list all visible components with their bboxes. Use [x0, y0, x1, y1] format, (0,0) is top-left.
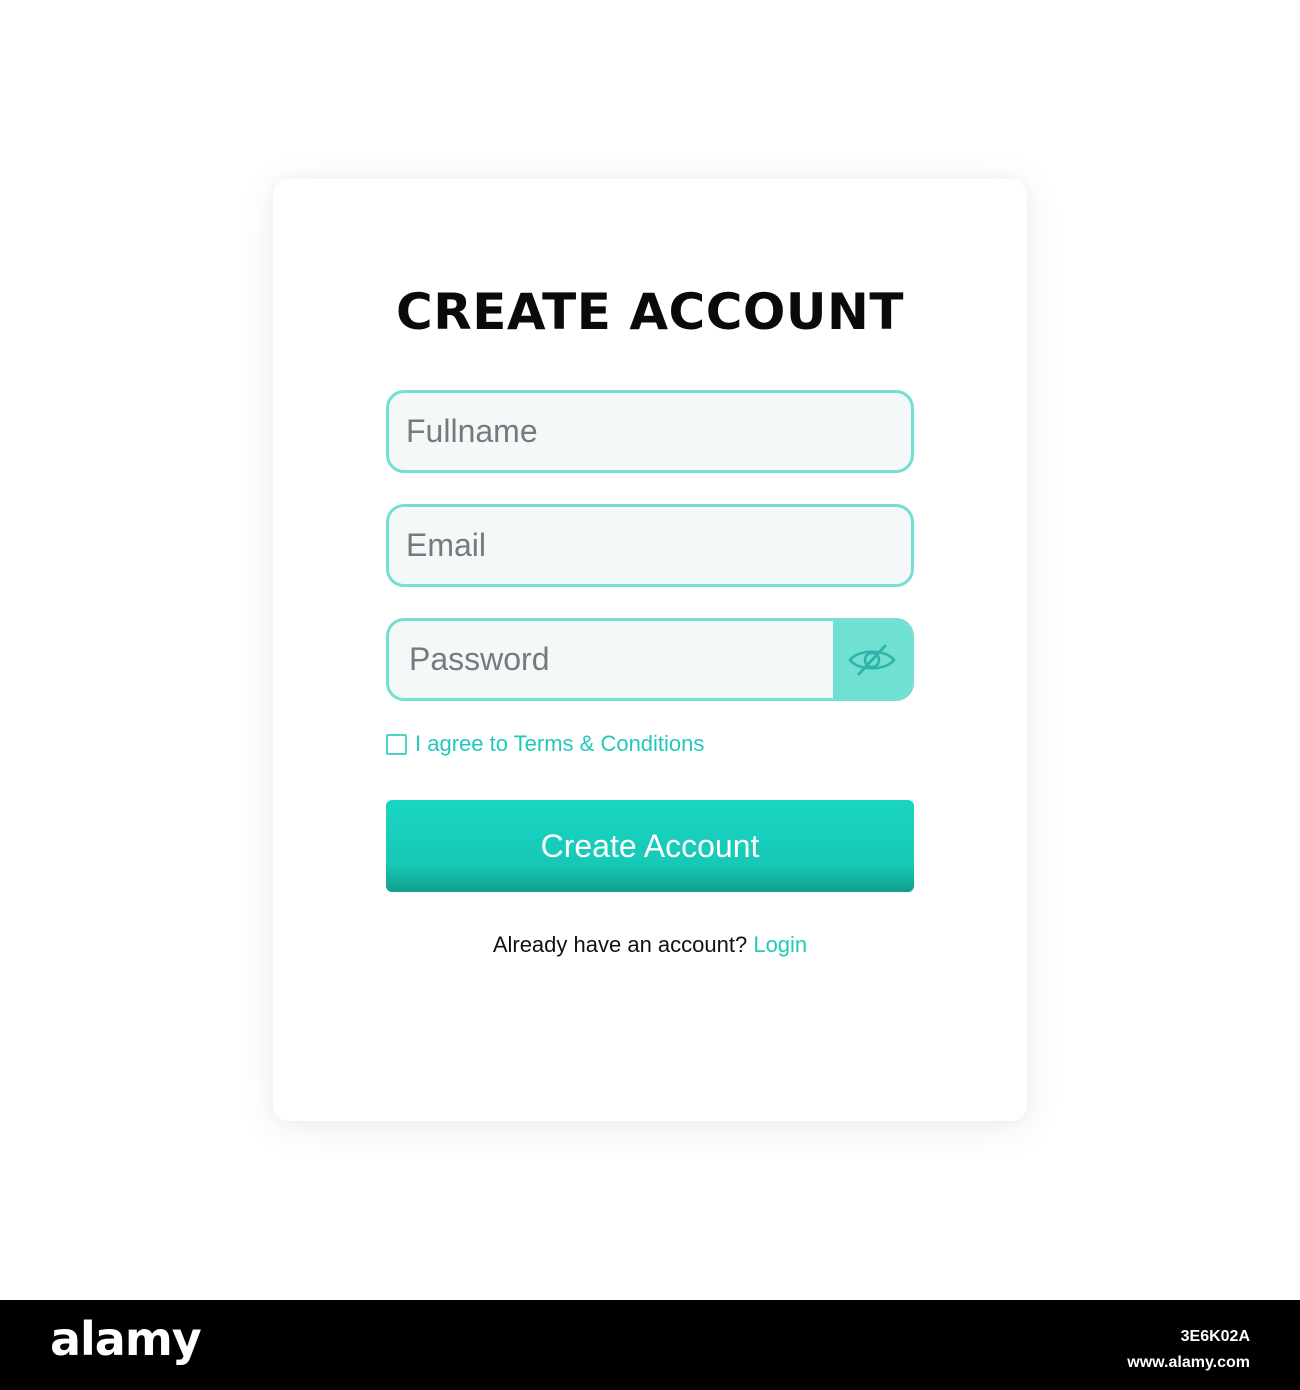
footer-image-id: 3E6K02A — [1180, 1328, 1250, 1345]
password-field[interactable] — [386, 618, 914, 701]
terms-row: I agree to Terms & Conditions — [386, 730, 704, 758]
password-visibility-toggle[interactable] — [833, 621, 911, 698]
login-prompt-text: Already have an account? — [492, 932, 754, 957]
page-title: CREATE ACCOUNT — [396, 283, 904, 341]
terms-label[interactable]: I agree to Terms & Conditions — [415, 731, 704, 757]
signup-card: CREATE ACCOUNT I agree to Terms & Condit… — [273, 179, 1027, 1121]
email-field[interactable] — [386, 504, 914, 587]
footer-image-info: 3E6K02A www.alamy.com — [1127, 1324, 1250, 1376]
fullname-field[interactable] — [386, 390, 914, 473]
login-prompt-row: Already have an account? Login — [273, 932, 1027, 958]
password-input[interactable] — [389, 621, 834, 698]
fullname-input[interactable] — [389, 393, 911, 470]
login-link[interactable]: Login — [753, 932, 807, 957]
footer-brand-logo: alamy — [50, 1312, 202, 1366]
footer-site: www.alamy.com — [1127, 1354, 1250, 1371]
eye-slash-icon — [848, 644, 896, 675]
footer-bar: alamy 3E6K02A www.alamy.com — [0, 1300, 1300, 1390]
create-account-button[interactable]: Create Account — [386, 800, 914, 892]
email-input[interactable] — [389, 507, 911, 584]
terms-checkbox[interactable] — [386, 733, 407, 755]
